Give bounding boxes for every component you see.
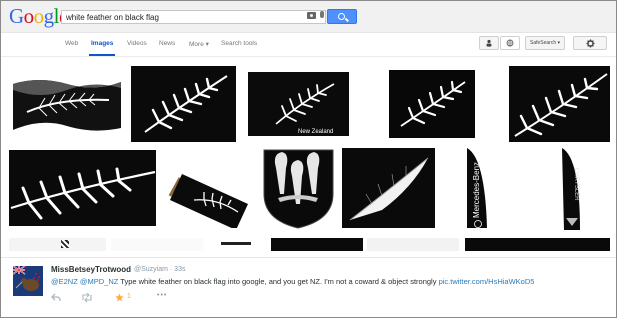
image-result[interactable]: New Zealand bbox=[242, 66, 355, 142]
tab-news[interactable]: News bbox=[159, 40, 175, 47]
google-logo[interactable]: Google bbox=[9, 4, 68, 28]
image-result[interactable] bbox=[342, 148, 435, 228]
tweet-mentions[interactable]: @E2NZ @MPD_NZ bbox=[51, 277, 118, 286]
partial-image-shape bbox=[221, 242, 251, 245]
tweet-author-handle[interactable]: @Suzyiam · 33s bbox=[134, 266, 185, 273]
camera-icon[interactable] bbox=[307, 12, 316, 19]
tweet-media-link[interactable]: pic.twitter.com/HsHiaWKoD5 bbox=[439, 277, 535, 286]
microphone-icon[interactable] bbox=[320, 11, 324, 18]
tweet-card: MissBetseyTrotwood @Suzyiam · 33s @E2NZ … bbox=[1, 257, 616, 317]
more-options-icon[interactable]: ••• bbox=[157, 292, 167, 299]
search-input-value: white feather on black flag bbox=[66, 13, 159, 22]
user-toggle-button[interactable] bbox=[479, 36, 499, 50]
gear-icon bbox=[585, 38, 595, 48]
fern-flag-image bbox=[131, 66, 236, 142]
banner-text: CHRYSLER bbox=[573, 168, 579, 201]
browser-window: Google white feather on black flag Web I… bbox=[0, 0, 617, 318]
logo-letter: G bbox=[9, 4, 24, 28]
chrysler-banner-image: CHRYSLER bbox=[528, 148, 610, 232]
tab-images[interactable]: Images bbox=[91, 40, 113, 47]
image-result[interactable] bbox=[131, 66, 236, 142]
settings-button[interactable] bbox=[573, 36, 607, 50]
person-icon bbox=[486, 39, 492, 47]
new-zealand-hand-flag-image: NEW ZEALAND bbox=[162, 148, 255, 228]
image-result[interactable]: Mercedes-Benz bbox=[437, 148, 525, 232]
mercedes-benz-banner-image: Mercedes-Benz bbox=[437, 148, 525, 232]
waving-fern-flag-image bbox=[9, 68, 125, 142]
tweet-handle-text[interactable]: @Suzyiam bbox=[134, 266, 168, 273]
image-result[interactable] bbox=[207, 238, 267, 251]
fern-flag-image bbox=[361, 66, 503, 142]
image-results-grid: New Zealand Mercedes-Benz CHRYSLER bbox=[1, 61, 616, 251]
search-nav: Web Images Videos News More ▾ Search too… bbox=[1, 33, 616, 57]
image-result[interactable] bbox=[9, 150, 156, 226]
tweet-author-name[interactable]: MissBetseyTrotwood bbox=[51, 265, 131, 274]
image-result[interactable] bbox=[367, 238, 459, 251]
image-result[interactable] bbox=[509, 66, 610, 142]
checkered-flag-icon bbox=[61, 240, 69, 248]
google-header: Google white feather on black flag bbox=[1, 1, 616, 33]
tweet-body: Type white feather on black flag into go… bbox=[118, 277, 439, 286]
tab-search-tools[interactable]: Search tools bbox=[221, 40, 257, 47]
retweet-icon[interactable] bbox=[81, 293, 93, 302]
tweet-timestamp[interactable]: · 33s bbox=[170, 266, 186, 273]
fern-flag-image bbox=[9, 150, 156, 226]
tab-web[interactable]: Web bbox=[65, 40, 78, 47]
kiwi-flag-avatar-icon bbox=[13, 266, 43, 296]
search-input[interactable]: white feather on black flag bbox=[61, 10, 326, 24]
image-result[interactable] bbox=[465, 238, 610, 251]
search-button[interactable] bbox=[327, 9, 357, 24]
image-result[interactable] bbox=[9, 238, 106, 251]
tab-more[interactable]: More ▾ bbox=[189, 40, 209, 48]
reply-icon[interactable] bbox=[51, 293, 61, 302]
banner-text: Mercedes-Benz bbox=[472, 162, 481, 218]
image-result[interactable]: CHRYSLER bbox=[528, 148, 610, 232]
image-result[interactable] bbox=[9, 68, 125, 142]
feather-image bbox=[342, 148, 435, 228]
logo-letter: o bbox=[33, 4, 45, 28]
new-zealand-fern-flag-image: New Zealand bbox=[242, 66, 355, 142]
flag-caption: New Zealand bbox=[298, 129, 333, 135]
active-tab-indicator bbox=[89, 54, 115, 56]
tweet-text: @E2NZ @MPD_NZ Type white feather on blac… bbox=[51, 277, 534, 286]
logo-letter: o bbox=[23, 4, 35, 28]
favorite-count: 1 bbox=[127, 293, 131, 300]
globe-toggle-button[interactable] bbox=[500, 36, 520, 50]
logo-letter: g bbox=[43, 4, 55, 28]
safesearch-button[interactable]: SafeSearch ▾ bbox=[525, 36, 565, 50]
fern-flag-image bbox=[509, 66, 610, 142]
image-result[interactable]: NEW ZEALAND bbox=[162, 148, 255, 228]
tab-videos[interactable]: Videos bbox=[127, 40, 147, 47]
image-result[interactable] bbox=[361, 66, 503, 142]
three-feathers-crest-image bbox=[260, 146, 337, 230]
avatar[interactable] bbox=[13, 266, 43, 296]
globe-icon bbox=[506, 39, 514, 47]
image-result[interactable] bbox=[111, 238, 203, 251]
favorite-star-icon[interactable] bbox=[115, 293, 124, 302]
image-result[interactable] bbox=[260, 146, 337, 230]
image-result[interactable] bbox=[271, 238, 363, 251]
